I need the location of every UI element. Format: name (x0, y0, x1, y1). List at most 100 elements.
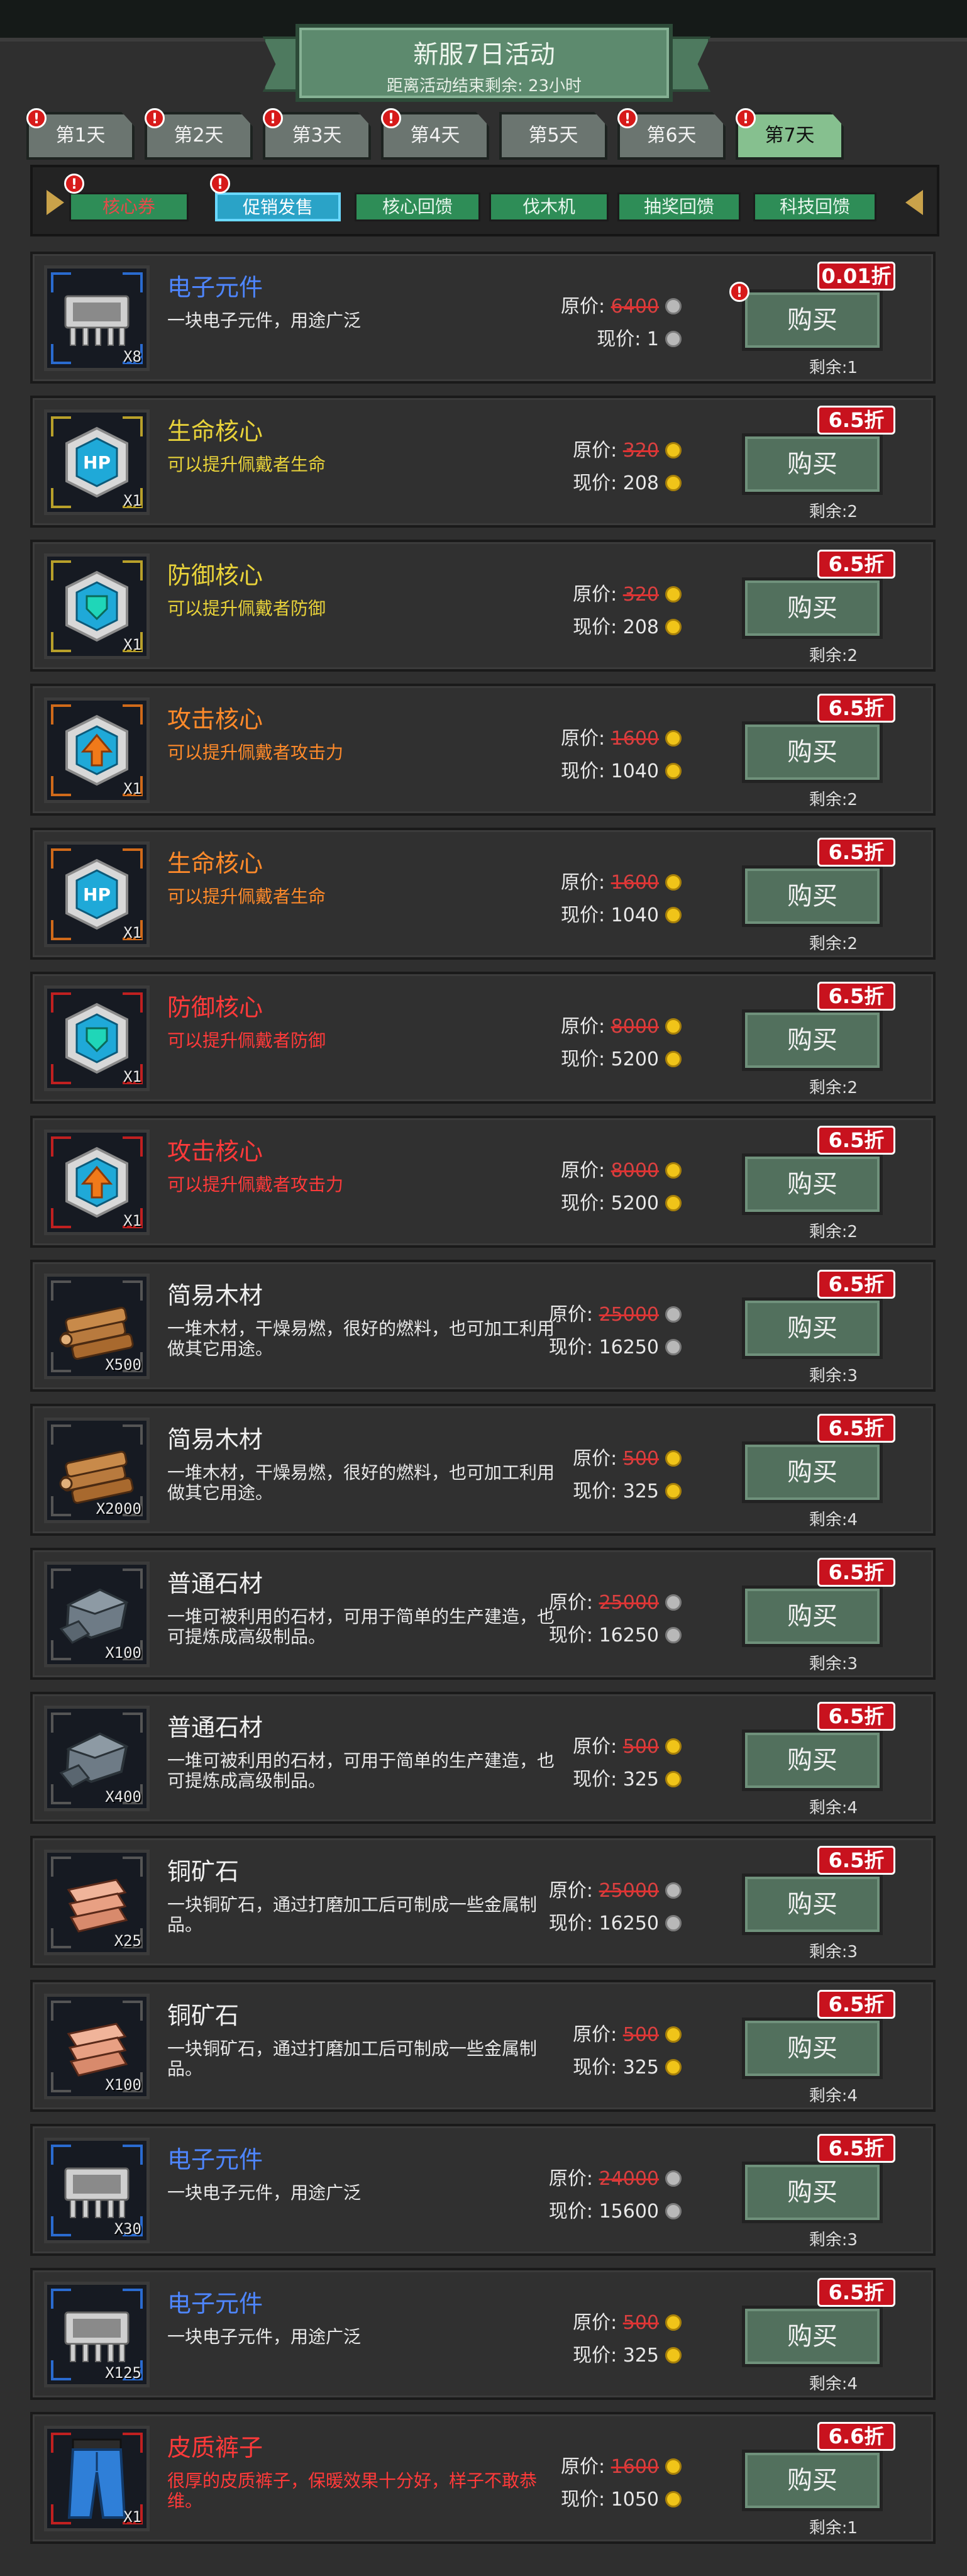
original-price: 原价: 320 (573, 579, 682, 606)
original-price-value: 25000 (599, 1880, 659, 1902)
discount-badge: 6.5折 (817, 1558, 895, 1587)
item-icon-frame: X125 (44, 2282, 150, 2387)
remaining-count: 剩余:4 (809, 2087, 858, 2106)
current-price: 现价: 325 (573, 1475, 682, 1503)
item-icon-frame: X1 (44, 697, 150, 803)
remaining-count: 剩余:2 (809, 935, 858, 953)
discount-badge: 6.5折 (817, 1126, 895, 1155)
item-name: 简易木材 (167, 1426, 263, 1453)
current-price-label: 现价: (548, 1913, 599, 1935)
category-tab-1[interactable]: 核心券 (69, 192, 189, 221)
buy-button[interactable]: 购买 (742, 1297, 883, 1359)
gold-coin-icon (665, 1771, 682, 1787)
alert-icon: ! (64, 174, 84, 194)
discount-badge: 6.5折 (817, 982, 895, 1011)
original-price-label: 原价: (560, 296, 611, 318)
buy-button[interactable]: 购买 (742, 1585, 883, 1647)
item-quantity: X1 (123, 2508, 141, 2526)
buy-button[interactable]: 购买 (742, 1441, 883, 1503)
discount-badge: 6.5折 (817, 1846, 895, 1875)
current-price-value: 1050 (611, 2489, 659, 2511)
remaining-count: 剩余:2 (809, 791, 858, 809)
buy-button[interactable]: 购买 (742, 1153, 883, 1215)
item-quantity: X125 (105, 2364, 141, 2382)
remaining-count: 剩余:3 (809, 1943, 858, 1962)
item-card: X1 攻击核心 可以提升佩戴者攻击力 原价: 1600 现价: 1040 购买 6.5折 剩余… (30, 684, 936, 816)
silver-coin-icon (665, 1915, 682, 1931)
original-price: 原价: 24000 (549, 2163, 682, 2190)
discount-badge: 6.5折 (817, 406, 895, 435)
item-quantity: X1 (123, 1212, 141, 1230)
category-tab-4[interactable]: 伐木机 (489, 192, 609, 221)
silver-coin-icon (665, 1627, 682, 1643)
original-price: 原价: 500 (573, 1731, 682, 1758)
original-price-value: 25000 (599, 1304, 659, 1326)
buy-button[interactable]: 购买 (742, 2162, 883, 2223)
current-price-label: 现价: (573, 2345, 623, 2367)
gold-coin-icon (665, 874, 682, 891)
item-name: 电子元件 (167, 274, 263, 301)
current-price-value: 5200 (611, 1048, 659, 1070)
gold-coin-icon (665, 2026, 682, 2043)
alert-icon: ! (26, 108, 47, 128)
tab-day-5[interactable]: 第5天 (499, 112, 607, 160)
item-quantity: X8 (123, 348, 141, 365)
original-price-value: 6400 (611, 296, 659, 318)
category-tab-2[interactable]: 促销发售 (215, 192, 341, 221)
item-card: X8 电子元件 一块电子元件，用途广泛 原价: 6400 现价: 1 购买! 0.01折 剩余… (30, 252, 936, 384)
buy-button[interactable]: 购买 (742, 1729, 883, 1791)
alert-icon: ! (210, 174, 230, 194)
item-card: X1 皮质裤子 很厚的皮质裤子，保暖效果十分好，样子不敢恭维。 原价: 1600 现价:… (30, 2412, 936, 2544)
buy-button[interactable]: 购买 (742, 433, 883, 495)
svg-text:HP: HP (83, 452, 111, 473)
discount-badge: 6.5折 (817, 838, 895, 867)
original-price: 原价: 1600 (561, 723, 682, 750)
buy-button[interactable]: 购买 (742, 1009, 883, 1071)
buy-button[interactable]: 购买 (742, 577, 883, 639)
buy-button[interactable]: 购买 (742, 721, 883, 783)
current-price: 现价: 208 (573, 467, 682, 495)
original-price: 原价: 1600 (561, 2451, 682, 2479)
current-price-label: 现价: (548, 1336, 599, 1358)
category-tab-3[interactable]: 核心回馈 (355, 192, 480, 221)
item-icon-frame: HP X1 (44, 409, 150, 515)
silver-coin-icon (665, 2203, 682, 2219)
buy-button[interactable]: 购买 (742, 289, 883, 351)
original-price: 原价: 8000 (561, 1155, 682, 1182)
current-price: 现价: 1040 (561, 899, 682, 927)
item-icon-frame: X1 (44, 1130, 150, 1235)
buy-button[interactable]: 购买 (742, 1874, 883, 1935)
remaining-count: 剩余:3 (809, 2231, 858, 2250)
discount-badge: 6.5折 (817, 2278, 895, 2307)
item-description: 可以提升佩戴者攻击力 (167, 1174, 344, 1195)
item-quantity: X1 (123, 636, 141, 653)
item-card: HP X1 生命核心 可以提升佩戴者生命 原价: 1600 现价: 1040 购买 6.5折剩… (30, 828, 936, 960)
gold-coin-icon (665, 1450, 682, 1467)
gold-coin-icon (665, 1162, 682, 1179)
item-description: 一块电子元件，用途广泛 (167, 310, 362, 331)
original-price: 原价: 500 (573, 2019, 682, 2046)
item-name: 攻击核心 (167, 1138, 263, 1165)
item-name: 简易木材 (167, 1282, 263, 1309)
alert-icon: ! (145, 108, 165, 128)
original-price-label: 原价: (573, 2312, 623, 2334)
scroll-right-arrow-icon[interactable] (905, 190, 923, 215)
buy-button[interactable]: 购买 (742, 865, 883, 927)
silver-coin-icon (665, 2170, 682, 2187)
current-price: 现价: 16250 (549, 1331, 682, 1359)
original-price-value: 500 (622, 1448, 659, 1470)
scroll-left-arrow-icon[interactable] (47, 190, 64, 215)
item-quantity: X1 (123, 780, 141, 797)
buy-button[interactable]: 购买 (742, 2018, 883, 2079)
item-icon-frame: X100 (44, 1562, 150, 1667)
category-tab-5[interactable]: 抽奖回馈 (617, 192, 741, 221)
current-price-label: 现价: (548, 2201, 599, 2223)
buy-button[interactable]: 购买 (742, 2306, 883, 2367)
item-name: 防御核心 (167, 562, 263, 589)
category-tab-6[interactable]: 科技回馈 (753, 192, 876, 221)
item-card: X100 铜矿石 一块铜矿石，通过打磨加工后可制成一些金属制品。 原价: 500 现价:… (30, 1980, 936, 2112)
gold-coin-icon (665, 1483, 682, 1499)
buy-button[interactable]: 购买 (742, 2450, 883, 2511)
silver-coin-icon (665, 1339, 682, 1355)
remaining-count: 剩余:4 (809, 1511, 858, 1530)
